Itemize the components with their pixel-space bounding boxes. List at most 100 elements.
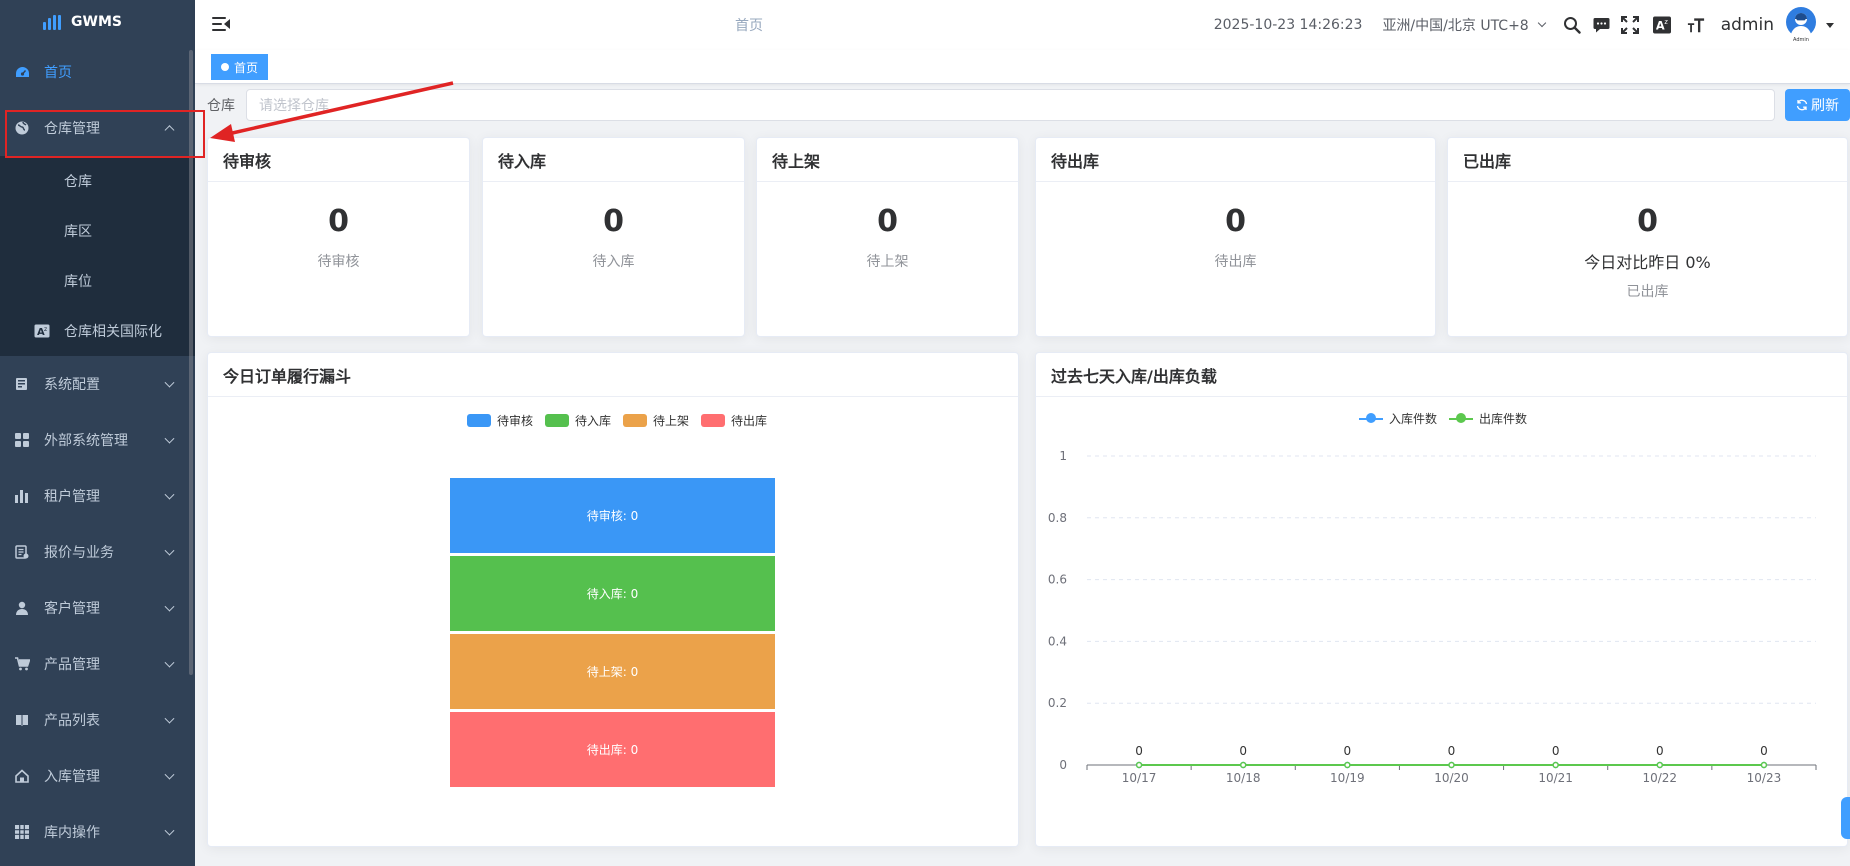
sidebar-item-quotes-business[interactable]: 报价与业务 xyxy=(0,524,195,580)
logo-icon xyxy=(43,14,62,30)
funnel-segment[interactable]: 待上架: 0 xyxy=(450,634,775,709)
tags-view: 首页 xyxy=(195,50,1850,84)
funnel-segment[interactable]: 待出库: 0 xyxy=(450,712,775,787)
fullscreen-icon[interactable] xyxy=(1620,16,1639,34)
sidebar-item-system-config[interactable]: 系统配置 xyxy=(0,356,195,412)
card-title: 待出库 xyxy=(1036,138,1435,182)
stat-label: 待出库 xyxy=(1214,254,1257,270)
dashboard-icon xyxy=(14,64,30,80)
warehouse-select-placeholder: 请选择仓库 xyxy=(259,98,329,114)
legend-item[interactable]: 待出库 xyxy=(701,412,767,429)
sidebar-item-label: 租户管理 xyxy=(44,489,100,505)
legend-swatch xyxy=(467,414,491,427)
card-title: 待入库 xyxy=(483,138,744,182)
logo[interactable]: GWMS xyxy=(0,0,195,44)
stat-compare: 今日对比昨日 0% xyxy=(1584,253,1711,272)
legend-item[interactable]: 待上架 xyxy=(623,412,689,429)
stat-label: 待审核 xyxy=(317,254,360,270)
sidebar-item-warehouse[interactable]: 仓库 xyxy=(0,156,195,206)
legend-label: 待出库 xyxy=(731,414,768,428)
chevron-down-icon xyxy=(164,545,175,556)
legend-swatch xyxy=(545,414,570,427)
active-dot-icon xyxy=(221,63,229,71)
sidebar-item-zone[interactable]: 库区 xyxy=(0,206,195,256)
server-icon xyxy=(14,376,30,392)
breadcrumb[interactable]: 首页 xyxy=(735,15,763,35)
sidebar-item-label: 仓库 xyxy=(64,174,92,190)
timezone-select[interactable]: 亚洲/中国/北京 UTC+8 xyxy=(1382,15,1528,35)
legend-item[interactable]: 待审核 xyxy=(467,412,533,429)
stat-value: 0 xyxy=(1225,204,1246,239)
sidebar-item-label: 库区 xyxy=(64,224,92,240)
hamburger-icon[interactable] xyxy=(212,16,230,32)
sidebar-item-label: 报价与业务 xyxy=(44,545,114,561)
card-title: 今日订单履行漏斗 xyxy=(208,353,1018,397)
sidebar-item-label: 系统配置 xyxy=(44,377,100,393)
logo-text: GWMS xyxy=(71,14,122,30)
legend-item[interactable]: 入库件数 xyxy=(1359,410,1437,427)
chevron-down-icon xyxy=(164,377,175,388)
stat-card-pending-putaway: 待上架 0 待上架 xyxy=(756,137,1019,337)
username[interactable]: admin xyxy=(1721,15,1774,35)
annotation-highlight-box xyxy=(5,110,205,158)
message-icon[interactable] xyxy=(1593,16,1611,34)
sidebar-item-label: 库位 xyxy=(64,274,92,290)
sidebar-item-product-list[interactable]: 产品列表 xyxy=(0,692,195,748)
sidebar-item-label: 首页 xyxy=(44,65,72,81)
home-icon xyxy=(14,768,30,784)
chevron-down-icon xyxy=(164,825,175,836)
sidebar-item-label: 产品列表 xyxy=(44,713,100,729)
refresh-button[interactable]: 刷新 xyxy=(1785,89,1850,121)
warehouse-filter-label: 仓库 xyxy=(207,98,235,114)
table-icon xyxy=(14,824,30,840)
chevron-down-icon[interactable] xyxy=(1537,18,1546,28)
caret-down-icon[interactable] xyxy=(1826,22,1834,28)
current-datetime: 2025-10-23 14:26:23 xyxy=(1213,17,1363,33)
bar-chart-icon xyxy=(14,488,30,504)
legend-swatch xyxy=(701,414,726,427)
sidebar-item-warehouse-i18n[interactable]: Az 仓库相关国际化 xyxy=(0,306,195,356)
sidebar-item-product-management[interactable]: 产品管理 xyxy=(0,636,195,692)
sidebar-item-home[interactable]: 首页 xyxy=(0,44,195,100)
app-root: GWMS 首页 仓库管理 仓库 库区 库位 A z 仓库相关国际化 系统配置 外… xyxy=(0,0,1850,866)
stat-value: 0 xyxy=(603,204,624,239)
sidebar-item-label: 入库管理 xyxy=(44,769,100,785)
funnel-segment[interactable]: 待审核: 0 xyxy=(450,478,775,553)
cart-icon xyxy=(14,656,30,672)
legend-item[interactable]: 出库件数 xyxy=(1449,410,1527,427)
tag-label: 首页 xyxy=(234,60,259,75)
sidebar-item-in-warehouse-ops[interactable]: 库内操作 xyxy=(0,804,195,860)
sidebar-item-customer-management[interactable]: 客户管理 xyxy=(0,580,195,636)
translate-icon: Az xyxy=(34,324,50,338)
submenu-warehouse: 仓库 库区 库位 Az 仓库相关国际化 xyxy=(0,156,195,356)
stat-card-pending-outbound: 待出库 0 待出库 xyxy=(1035,137,1436,337)
search-icon[interactable] xyxy=(1563,16,1581,34)
avatar[interactable]: Admin xyxy=(1786,7,1816,43)
funnel-segment[interactable]: 待入库: 0 xyxy=(450,556,775,631)
side-drawer-handle[interactable] xyxy=(1841,797,1850,839)
legend-line-swatch xyxy=(1359,412,1383,425)
font-size-icon[interactable] xyxy=(1687,16,1705,34)
book-icon xyxy=(14,712,30,728)
translate-icon[interactable]: Az xyxy=(1652,16,1671,34)
sidebar-item-location[interactable]: 库位 xyxy=(0,256,195,306)
warehouse-select[interactable]: 请选择仓库 xyxy=(246,89,1775,121)
tag-home[interactable]: 首页 xyxy=(211,54,269,80)
chevron-down-icon xyxy=(164,769,175,780)
chevron-down-icon xyxy=(164,713,175,724)
chevron-down-icon xyxy=(164,433,175,444)
sidebar-item-label: 库内操作 xyxy=(44,825,100,841)
legend-item[interactable]: 待入库 xyxy=(545,412,611,429)
legend-line-swatch xyxy=(1449,412,1474,425)
svg-text:z: z xyxy=(44,326,47,333)
navbar: 首页 2025-10-23 14:26:23 亚洲/中国/北京 UTC+8 Az… xyxy=(195,0,1850,50)
sidebar-item-tenant-management[interactable]: 租户管理 xyxy=(0,468,195,524)
grid-icon xyxy=(14,432,30,448)
chevron-down-icon xyxy=(164,657,175,668)
stat-card-pending-review: 待审核 0 待审核 xyxy=(207,137,470,337)
legend-label: 入库件数 xyxy=(1389,412,1438,426)
sidebar-item-label: 客户管理 xyxy=(44,601,100,617)
sidebar-item-inbound-management[interactable]: 入库管理 xyxy=(0,748,195,804)
legend-label: 待入库 xyxy=(575,414,612,428)
sidebar-item-external-systems[interactable]: 外部系统管理 xyxy=(0,412,195,468)
